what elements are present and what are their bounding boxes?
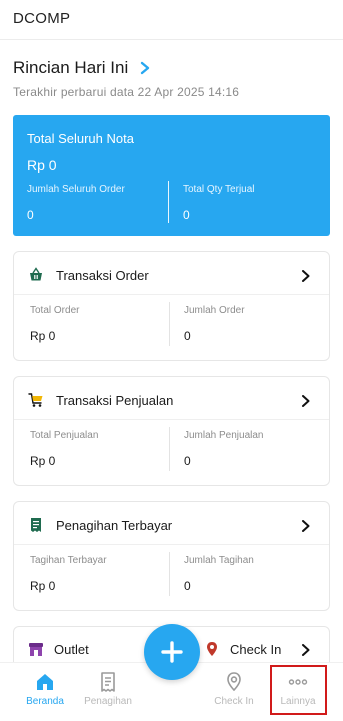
receipt-icon [101, 672, 115, 692]
metric-divider [169, 552, 170, 596]
card-transaksi-penjualan[interactable]: Transaksi Penjualan Total Penjualan Rp 0… [13, 376, 330, 486]
checkin-label: Check In [230, 641, 282, 657]
card-header: Transaksi Order [28, 267, 149, 283]
nav-check-in[interactable]: Check In [204, 671, 264, 707]
app-title: DCOMP [13, 10, 71, 27]
summary-left-label: Jumlah Seluruh Order [27, 184, 125, 195]
plus-icon [161, 641, 183, 663]
section-title: Rincian Hari Ini [13, 58, 129, 77]
metric-left-label: Total Order [30, 305, 80, 316]
card-transaksi-order[interactable]: Transaksi Order Total Order Rp 0 Jumlah … [13, 251, 330, 361]
card-divider [14, 544, 329, 545]
basket-icon [30, 267, 42, 281]
metric-left-label: Total Penjualan [30, 430, 99, 441]
metric-right-value: 0 [184, 454, 191, 468]
metric-right-label: Jumlah Tagihan [184, 555, 254, 566]
metric-right-value: 0 [184, 579, 191, 593]
metric-left-label: Tagihan Terbayar [30, 555, 107, 566]
card-penagihan-terbayar[interactable]: Penagihan Terbayar Tagihan Terbayar Rp 0… [13, 501, 330, 611]
receipt-icon [31, 518, 41, 532]
store-icon [29, 643, 43, 656]
card-header: Transaksi Penjualan [28, 392, 173, 408]
card-title: Penagihan Terbayar [56, 517, 173, 533]
card-title: Transaksi Penjualan [56, 392, 174, 408]
metric-left-value: Rp 0 [30, 329, 56, 343]
summary-label: Total Seluruh Nota [27, 131, 134, 146]
summary-left-value: 0 [27, 208, 34, 222]
summary-right-value: 0 [183, 208, 190, 222]
nav-label: Check In [214, 696, 254, 707]
nav-label: Penagihan [84, 696, 132, 707]
highlight-annotation [270, 665, 327, 715]
section-header[interactable]: Rincian Hari Ini [13, 58, 152, 78]
card-title: Transaksi Order [56, 267, 149, 283]
location-pin-icon [227, 672, 241, 692]
nav-label: Beranda [26, 696, 64, 707]
nav-beranda[interactable]: Beranda [15, 671, 75, 707]
add-fab-button[interactable] [144, 624, 200, 680]
nav-penagihan[interactable]: Penagihan [78, 671, 138, 707]
metric-left-value: Rp 0 [30, 454, 56, 468]
metric-right-label: Jumlah Penjualan [184, 430, 264, 441]
home-icon [37, 674, 53, 690]
card-divider [14, 294, 329, 295]
card-header: Penagihan Terbayar [28, 517, 172, 533]
card-divider [14, 419, 329, 420]
summary-divider [168, 181, 169, 223]
chevron-right-icon[interactable] [301, 520, 311, 532]
metric-divider [169, 302, 170, 346]
summary-right-label: Total Qty Terjual [183, 184, 255, 195]
chevron-right-icon[interactable] [301, 395, 311, 407]
metric-right-label: Jumlah Order [184, 305, 245, 316]
chevron-right-icon[interactable] [138, 61, 152, 75]
outlet-label: Outlet [54, 641, 89, 657]
summary-value: Rp 0 [27, 157, 57, 173]
last-updated-text: Terakhir perbarui data 22 Apr 2025 14:16 [13, 85, 240, 99]
outlet-item[interactable]: Outlet [28, 641, 89, 657]
summary-card: Total Seluruh Nota Rp 0 Jumlah Seluruh O… [13, 115, 330, 236]
checkin-item[interactable]: Check In [204, 641, 281, 657]
app-header: DCOMP [0, 0, 343, 40]
cart-icon [28, 393, 43, 407]
location-pin-icon [207, 642, 217, 656]
metric-divider [169, 427, 170, 471]
metric-left-value: Rp 0 [30, 579, 56, 593]
metric-right-value: 0 [184, 329, 191, 343]
chevron-right-icon[interactable] [301, 644, 311, 656]
chevron-right-icon[interactable] [301, 270, 311, 282]
